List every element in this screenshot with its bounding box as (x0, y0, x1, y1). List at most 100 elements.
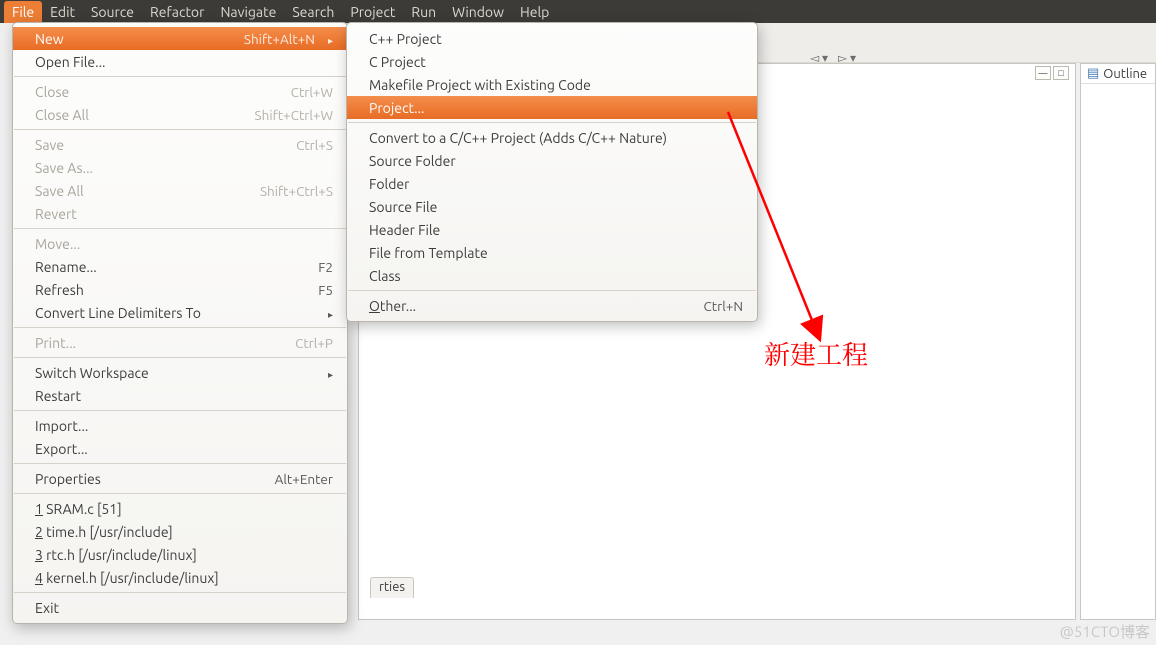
menu-item-label: Rename... (35, 259, 97, 275)
menu-item-label: Save As... (35, 160, 93, 176)
new-menu-item-c-project[interactable]: C++ Project (347, 27, 757, 50)
menu-item-label: Close (35, 84, 69, 100)
menu-item-label: Convert Line Delimiters To (35, 305, 201, 321)
new-menu-item-c-project[interactable]: C Project (347, 50, 757, 73)
menubar-item-source[interactable]: Source (83, 1, 142, 23)
menu-item-label: File from Template (369, 245, 488, 261)
menubar-item-project[interactable]: Project (342, 1, 403, 23)
menu-item-label: Exit (35, 600, 59, 616)
menu-item-label: Move... (35, 236, 80, 252)
menu-item-label: Header File (369, 222, 440, 238)
menu-item-label: 2 time.h [/usr/include] (35, 524, 173, 540)
new-menu-item-folder[interactable]: Folder (347, 172, 757, 195)
file-menu-separator (14, 129, 346, 130)
file-menu-separator (14, 357, 346, 358)
file-menu-separator (14, 228, 346, 229)
menu-item-label: 1 SRAM.c [51] (35, 501, 122, 517)
menubar-item-window[interactable]: Window (444, 1, 512, 23)
submenu-arrow-icon: ▸ (318, 305, 333, 321)
menu-item-label: 3 rtc.h [/usr/include/linux] (35, 547, 197, 563)
editor-minimize-icon[interactable]: — (1035, 66, 1051, 80)
menu-item-label: C++ Project (369, 31, 442, 47)
menu-item-label: C Project (369, 54, 426, 70)
file-menu-item-2-time-h-usr-include-[interactable]: 2 time.h [/usr/include] (13, 520, 347, 543)
annotation-label: 新建工程 (764, 335, 868, 372)
menu-item-label: Source Folder (369, 153, 456, 169)
file-menu-item-restart[interactable]: Restart (13, 384, 347, 407)
menubar: FileEditSourceRefactorNavigateSearchProj… (0, 0, 1156, 23)
new-menu-item-other-[interactable]: Other...Ctrl+N (347, 294, 757, 317)
menu-item-label: Refresh (35, 282, 84, 298)
file-menu-separator (14, 493, 346, 494)
new-menu-item-source-file[interactable]: Source File (347, 195, 757, 218)
menu-item-label: Source File (369, 199, 437, 215)
menubar-item-edit[interactable]: Edit (42, 1, 83, 23)
menu-shortcut: Ctrl+W (291, 84, 333, 100)
file-menu-item-1-sram-c-51-[interactable]: 1 SRAM.c [51] (13, 497, 347, 520)
menu-item-label: Revert (35, 206, 77, 222)
menu-item-label: Makefile Project with Existing Code (369, 77, 591, 93)
submenu-arrow-icon: Shift+Alt+N ▸ (244, 31, 333, 47)
file-menu-item-close: Close Ctrl+W (13, 80, 347, 103)
new-menu-item-file-from-template[interactable]: File from Template (347, 241, 757, 264)
file-menu-item-rename-[interactable]: Rename...F2 (13, 255, 347, 278)
file-menu-item-move-: Move... (13, 232, 347, 255)
menubar-item-help[interactable]: Help (512, 1, 557, 23)
menu-item-label: Project... (369, 100, 425, 116)
file-menu-item-switch-workspace[interactable]: Switch Workspace ▸ (13, 361, 347, 384)
watermark-text: @51CTO博客 (1060, 621, 1150, 642)
menu-item-label: Properties (35, 471, 101, 487)
file-menu-item-close-all: Close All Shift+Ctrl+W (13, 103, 347, 126)
file-menu-item-3-rtc-h-usr-include-linux-[interactable]: 3 rtc.h [/usr/include/linux] (13, 543, 347, 566)
menu-shortcut: F5 (318, 282, 333, 298)
menubar-item-refactor[interactable]: Refactor (142, 1, 212, 23)
menu-item-label: New (35, 31, 64, 47)
file-menu-item-import-[interactable]: Import... (13, 414, 347, 437)
file-menu-item-save-as-: Save As... (13, 156, 347, 179)
file-menu-item-exit[interactable]: Exit (13, 596, 347, 619)
menu-item-label: Save (35, 137, 64, 153)
file-menu-separator (14, 592, 346, 593)
file-menu-item-4-kernel-h-usr-include-linux-[interactable]: 4 kernel.h [/usr/include/linux] (13, 566, 347, 589)
file-menu-dropdown: NewShift+Alt+N ▸Open File...CloseCtrl+WC… (12, 22, 348, 624)
bottom-tab-label: rties (379, 580, 405, 594)
file-menu-item-save: Save Ctrl+S (13, 133, 347, 156)
menubar-item-run[interactable]: Run (403, 1, 444, 23)
file-menu-item-export-[interactable]: Export... (13, 437, 347, 460)
menubar-item-navigate[interactable]: Navigate (212, 1, 284, 23)
menu-item-label: Print... (35, 335, 76, 351)
menu-item-label: Export... (35, 441, 88, 457)
file-menu-item-open-file-[interactable]: Open File... (13, 50, 347, 73)
file-menu-item-new[interactable]: New Shift+Alt+N ▸ (13, 27, 347, 50)
submenu-arrow-icon: ▸ (318, 365, 333, 381)
menu-item-label: Open File... (35, 54, 105, 70)
file-menu-item-properties[interactable]: Properties Alt+Enter (13, 467, 347, 490)
new-menu-item-source-folder[interactable]: Source Folder (347, 149, 757, 172)
file-menu-item-print-: Print... Ctrl+P (13, 331, 347, 354)
file-menu-item-convert-line-delimiters-to[interactable]: Convert Line Delimiters To ▸ (13, 301, 347, 324)
menu-item-label: Close All (35, 107, 89, 123)
menu-item-label: Convert to a C/C++ Project (Adds C/C++ N… (369, 130, 667, 146)
new-menu-item-class[interactable]: Class (347, 264, 757, 287)
new-menu-item-project-[interactable]: Project... (347, 96, 757, 119)
menu-shortcut: Shift+Ctrl+S (260, 183, 333, 199)
new-menu-item-makefile-project-with-existing-code[interactable]: Makefile Project with Existing Code (347, 73, 757, 96)
file-menu-item-refresh[interactable]: Refresh F5 (13, 278, 347, 301)
menu-shortcut: Shift+Ctrl+W (255, 107, 333, 123)
new-menu-separator (348, 122, 756, 123)
new-menu-item-convert-to-a-c-c-project-adds-c-c-nature-[interactable]: Convert to a C/C++ Project (Adds C/C++ N… (347, 126, 757, 149)
file-menu-separator (14, 463, 346, 464)
outline-title: Outline (1103, 67, 1147, 81)
new-menu-item-header-file[interactable]: Header File (347, 218, 757, 241)
menu-shortcut: Alt+Enter (275, 471, 333, 487)
menubar-item-search[interactable]: Search (284, 1, 342, 23)
new-menu-separator (348, 290, 756, 291)
menu-shortcut: Ctrl+S (296, 137, 333, 153)
menu-shortcut: Ctrl+P (295, 335, 333, 351)
menubar-item-file[interactable]: File (4, 1, 42, 23)
menu-item-label: Class (369, 268, 401, 284)
menu-shortcut: Ctrl+N (704, 298, 744, 314)
menu-item-label: Switch Workspace (35, 365, 149, 381)
bottom-tab-properties[interactable]: rties (370, 577, 414, 598)
editor-maximize-icon[interactable]: □ (1053, 66, 1069, 80)
